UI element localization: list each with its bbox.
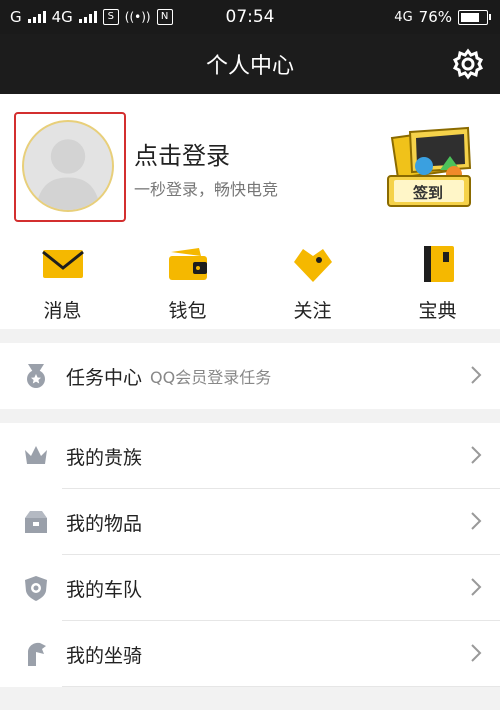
network-right-label: 4G <box>394 9 413 25</box>
quick-action-guide[interactable]: 宝典 <box>375 234 500 329</box>
chevron-right-icon <box>471 366 482 384</box>
menu-item-label: 我的贵族 <box>66 446 143 469</box>
signin-label: 签到 <box>412 184 443 202</box>
battery-icon <box>458 9 491 25</box>
avatar <box>22 120 114 212</box>
signin-button[interactable]: 签到 <box>380 126 478 212</box>
status-bar: G 4G S ((•)) N 07:54 4G 76% <box>0 0 500 34</box>
menu-item-mount[interactable]: 我的坐骑 <box>0 621 500 687</box>
task-center-row[interactable]: 任务中心 QQ会员登录任务 <box>0 343 500 409</box>
profile-section: 点击登录 一秒登录，畅快电竞 签到 <box>0 94 500 234</box>
heart-tag-icon <box>293 249 332 282</box>
task-center-subtitle: QQ会员登录任务 <box>150 368 272 387</box>
quick-action-wallet[interactable]: 钱包 <box>125 234 250 329</box>
quick-action-label: 钱包 <box>168 300 207 322</box>
quick-action-label: 消息 <box>43 300 82 322</box>
envelope-icon <box>41 250 84 278</box>
login-button[interactable]: 点击登录 <box>134 136 230 171</box>
login-subtitle: 一秒登录，畅快电竞 <box>134 180 279 199</box>
team-shield-icon <box>25 576 47 601</box>
header: 个人中心 <box>0 34 500 94</box>
chevron-right-icon <box>471 512 482 530</box>
menu-item-items[interactable]: 我的物品 <box>0 489 500 555</box>
medal-icon <box>27 364 45 388</box>
menu-item-label: 我的物品 <box>66 512 143 535</box>
page-title: 个人中心 <box>205 54 294 79</box>
menu-item-label: 我的坐骑 <box>66 644 143 667</box>
chevron-right-icon <box>471 578 482 596</box>
quick-action-messages[interactable]: 消息 <box>0 234 125 329</box>
mount-icon <box>28 642 46 666</box>
crown-icon <box>25 446 47 464</box>
menu-item-team[interactable]: 我的车队 <box>0 555 500 621</box>
chevron-right-icon <box>471 446 482 464</box>
status-right: 4G 76% <box>394 8 491 26</box>
avatar-button[interactable] <box>14 112 126 222</box>
quick-action-label: 宝典 <box>418 300 457 322</box>
gear-icon[interactable] <box>452 48 484 80</box>
battery-percent: 76% <box>418 8 452 26</box>
quick-actions: 消息 钱包 关注 宝典 <box>0 234 500 329</box>
user-placeholder-icon <box>35 139 101 210</box>
menu-item-label: 我的车队 <box>66 578 143 601</box>
quick-action-label: 关注 <box>293 300 332 322</box>
box-icon <box>25 511 47 533</box>
chevron-right-icon <box>471 644 482 662</box>
book-icon <box>423 246 454 282</box>
menu-item-nobility[interactable]: 我的贵族 <box>0 423 500 489</box>
task-center-label: 任务中心 <box>66 366 143 389</box>
quick-action-follow[interactable]: 关注 <box>250 234 375 329</box>
wallet-icon <box>168 248 207 280</box>
